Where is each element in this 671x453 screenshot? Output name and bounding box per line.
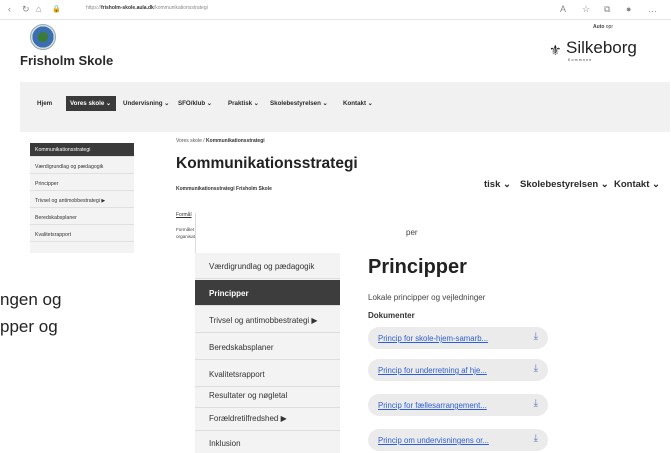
page-title: Kommunikationsstrategi [176,155,358,172]
sidebar-item-vaerdigrundlag[interactable]: Værdigrundlag og pædagogik [30,160,134,174]
nav-item-sfo-klub[interactable]: SFO/klub ⌄ [178,100,212,107]
nav-item-undervisning[interactable]: Undervisning ⌄ [123,100,169,107]
nav-item-kontakt-zoom[interactable]: Kontakt ⌄ [614,179,660,190]
breadcrumb-current: Kommunikationsstrategi [206,138,265,144]
sidebar-item-beredskabsplaner[interactable]: Beredskabsplaner [30,211,134,225]
download-icon[interactable]: ⤓ [534,433,538,444]
sidebar-item-principper-zoom[interactable]: Principper [195,280,340,306]
breadcrumb-zoom: per [406,228,418,237]
document-link-4[interactable]: Princip om undervisningens or... ⤓ [368,429,548,451]
document-line-1: ngen og [0,290,62,309]
nav-item-hjem[interactable]: Hjem [37,100,52,107]
profile-icon[interactable]: ● [626,3,631,15]
favorites-icon[interactable]: ☆ [582,3,590,15]
sidebar-item-trivsel[interactable]: Trivsel og antimobbestrategi ▶ [30,194,134,208]
nav-item-skolebestyrelsen-zoom[interactable]: Skolebestyrelsen ⌄ [520,179,609,190]
formaal-link[interactable]: Formål [176,212,192,218]
lock-icon: 🔒 [52,6,61,13]
back-icon[interactable]: ‹ [8,3,11,15]
refresh-icon[interactable]: ↻ [22,3,30,15]
page-subtitle-zoom: Lokale principper og vejledninger [368,293,486,302]
document-link-label[interactable]: Princip om undervisningens or... [378,436,489,445]
read-aloud-icon[interactable]: A [560,3,566,15]
document-link-2[interactable]: Princip for underretning af hje... ⤓ [368,359,548,381]
school-name[interactable]: Frisholm Skole [20,53,113,68]
sidebar-item-trivsel-zoom[interactable]: Trivsel og antimobbestrategi ▶ [195,307,340,333]
municipality-sub: Kommune [568,58,593,62]
crest-icon: ⚜ [549,42,562,58]
sidebar-item-foraeldretilfredshed-zoom[interactable]: Forældretilfredshed ▶ [195,405,340,431]
main-nav [20,82,670,132]
nav-item-vores-skole[interactable]: Vores skole ⌄ [70,100,111,107]
browser-toolbar: ‹ ↻ ⌂ 🔒 https://frisholm-skole.aula.dk/k… [0,0,671,20]
sidebar-item-kvalitetsrapport[interactable]: Kvalitetsrapport [30,228,134,242]
auto-toggle[interactable]: Auto opr [593,24,613,30]
sidebar-item-inklusion-zoom[interactable]: Inklusion [195,430,340,453]
documents-heading: Dokumenter [368,311,415,320]
sidebar-item-kommunikationsstrategi[interactable]: Kommunikationsstrategi [30,143,134,157]
document-link-label[interactable]: Princip for fællesarrangement... [378,401,487,410]
document-link-label[interactable]: Princip for underretning af hje... [378,366,487,375]
municipality-logo[interactable]: Silkeborg [566,38,637,58]
more-icon[interactable]: … [648,3,657,15]
document-link-1[interactable]: Princip for skole-hjem-samarb... ⤓ [368,327,548,349]
page-title-zoom: Principper [368,256,467,278]
home-icon[interactable]: ⌂ [36,3,41,15]
download-icon[interactable]: ⤓ [534,331,538,342]
nav-item-praktisk[interactable]: Praktisk ⌄ [228,100,259,107]
document-link-label[interactable]: Princip for skole-hjem-samarb... [378,334,488,343]
breadcrumb-root[interactable]: Vores skole [176,138,202,144]
address-bar[interactable]: https://frisholm-skole.aula.dk/kommunika… [86,5,208,11]
nav-item-skolebestyrelsen[interactable]: Skolebestyrelsen ⌄ [270,100,328,107]
sidebar-item-principper[interactable]: Principper [30,177,134,191]
document-link-3[interactable]: Princip for fællesarrangement... ⤓ [368,394,548,416]
document-line-2: pper og [0,317,58,336]
sidebar-item-beredskabsplaner-zoom[interactable]: Beredskabsplaner [195,334,340,360]
page-subtitle: Kommunikationsstrategi Frisholm Skole [176,186,272,192]
nav-item-praktisk-zoom[interactable]: tisk ⌄ [484,179,511,190]
breadcrumb: Vores skole / Kommunikationsstrategi [176,138,265,144]
nav-item-kontakt[interactable]: Kontakt ⌄ [343,100,373,107]
collections-icon[interactable]: ⧉ [604,3,610,15]
download-icon[interactable]: ⤓ [534,398,538,409]
sidebar-item-vaerdigrundlag-zoom[interactable]: Værdigrundlag og pædagogik [195,253,340,279]
download-icon[interactable]: ⤓ [534,363,538,374]
school-logo-icon[interactable] [30,24,56,50]
